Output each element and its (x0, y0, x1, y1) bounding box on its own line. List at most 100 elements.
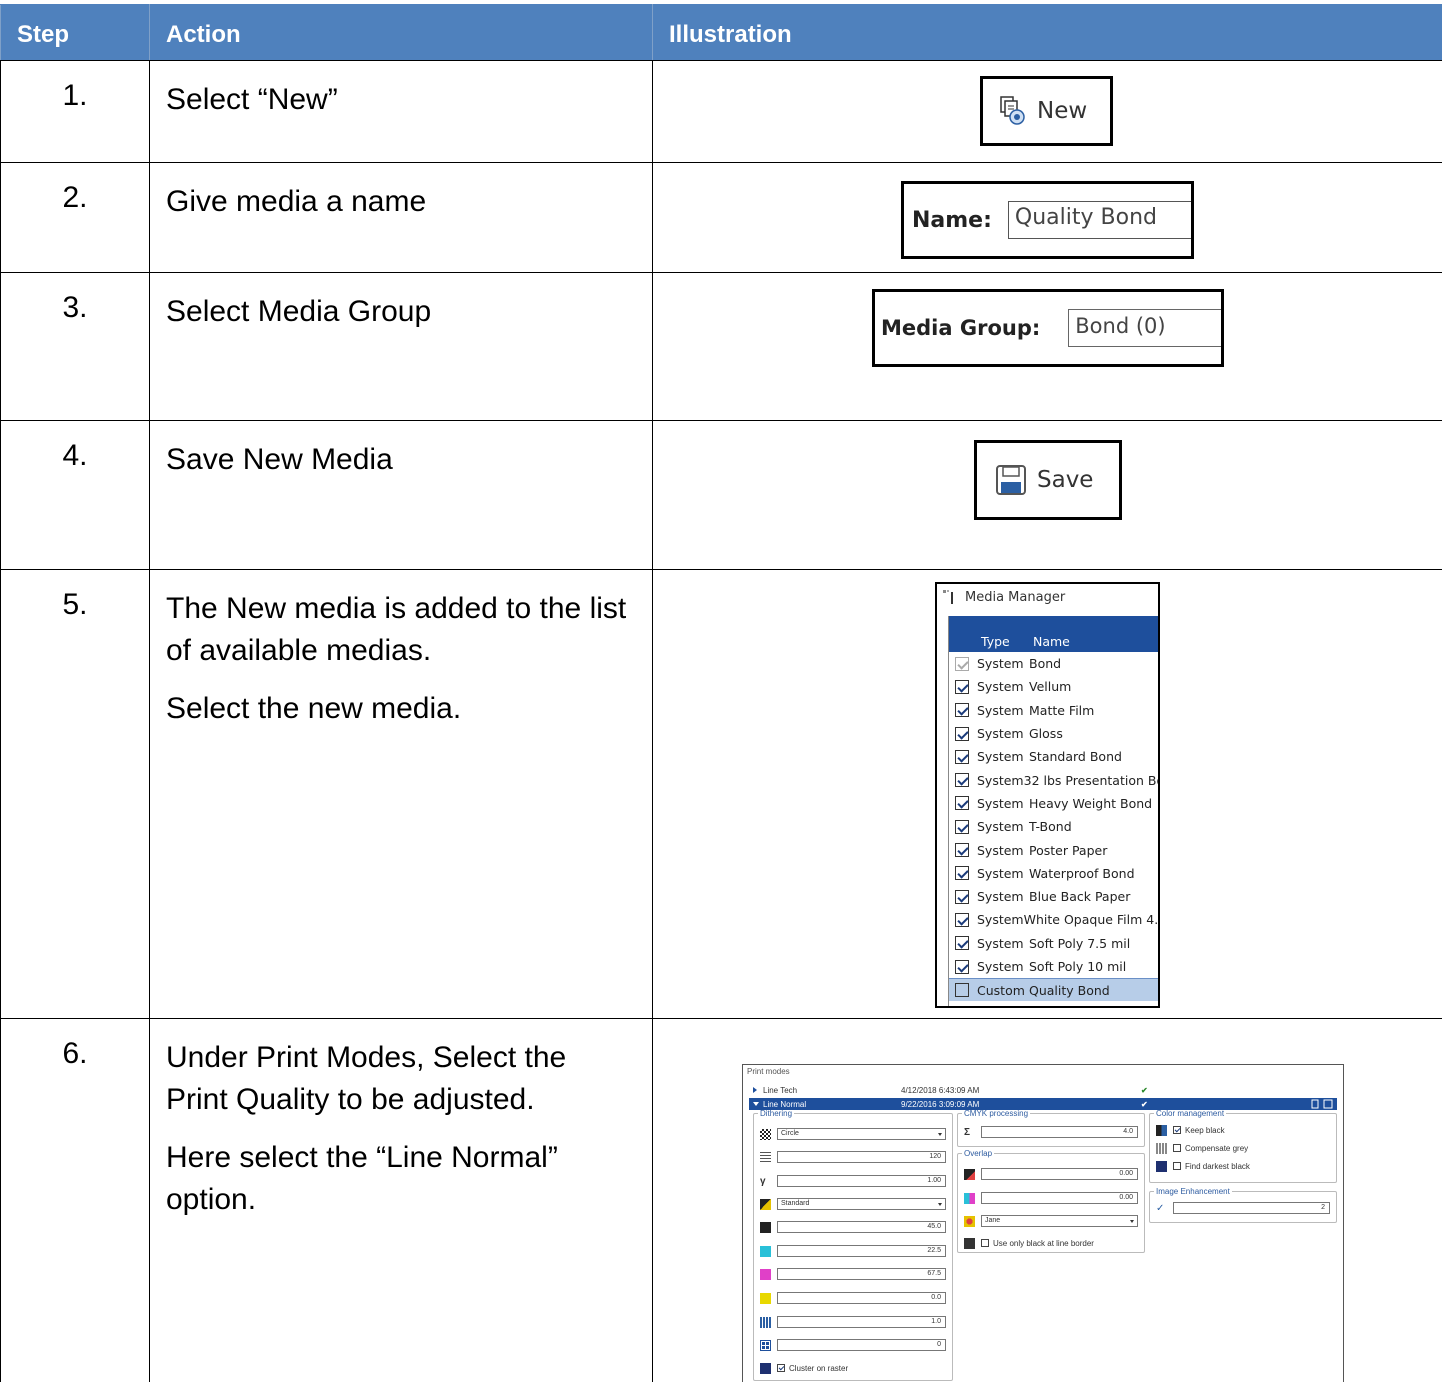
angle-black-row: 45.0 (760, 1221, 946, 1233)
keep-black-checkbox[interactable] (1173, 1126, 1181, 1134)
media-checkbox[interactable] (955, 796, 969, 811)
dither-v3-row: 0 (760, 1339, 946, 1351)
darkest-black-row: Find darkest black (1156, 1160, 1330, 1172)
media-manager-titlebar: Media Manager (937, 584, 1158, 610)
black-border-icon (964, 1237, 975, 1249)
dither-shape-select[interactable]: Circle (777, 1128, 946, 1140)
compensate-grey-checkbox[interactable] (1173, 1144, 1181, 1152)
media-checkbox[interactable] (955, 703, 969, 718)
media-checkbox[interactable] (955, 866, 969, 881)
angle-black-field[interactable]: 45.0 (777, 1221, 946, 1233)
media-list-row[interactable]: System T-Bond (949, 815, 1158, 838)
overlap-v2-field[interactable]: 0.00 (981, 1192, 1138, 1204)
media-list-row[interactable]: System Soft Poly 7.5 mil (949, 932, 1158, 955)
media-checkbox[interactable] (955, 749, 969, 764)
media-type: System (977, 679, 1024, 695)
angle-cyan-row: 22.5 (760, 1245, 946, 1257)
media-checkbox[interactable] (955, 726, 969, 741)
media-rows: System Bond System Vellum System Matte Film Sy… (949, 652, 1158, 1002)
media-checkbox[interactable] (955, 936, 969, 951)
media-name: Bond (1029, 656, 1062, 672)
cmyk-field[interactable]: 4.0 (981, 1126, 1138, 1138)
dithering-group: Dithering Circle 120 γ 1.00 Standard 45.0… (753, 1109, 953, 1381)
print-mode-date: 9/22/2016 3:09:09 AM (901, 1099, 980, 1109)
print-modes-panel: Print modes Line Tech 4/12/2018 6:43:09 … (742, 1064, 1344, 1382)
media-list-row[interactable]: System Waterproof Bond (949, 862, 1158, 885)
dither-lpi-field[interactable]: 120 (777, 1151, 946, 1163)
media-group-select[interactable]: Bond (0) (1068, 309, 1221, 347)
media-checkbox[interactable] (955, 983, 969, 998)
media-name: Matte Film (1029, 702, 1095, 718)
dither-v2-field[interactable]: 1.0 (777, 1316, 946, 1328)
media-list-row[interactable]: System Poster Paper (949, 838, 1158, 861)
lines-icon (760, 1151, 771, 1163)
media-list-row[interactable]: System Soft Poly 10 mil (949, 955, 1158, 978)
overlap-mode-select[interactable]: Jane (981, 1215, 1138, 1227)
media-list-row[interactable]: System Bond (949, 652, 1158, 675)
media-checkbox[interactable] (955, 773, 969, 788)
media-type: System (977, 726, 1024, 742)
overlap-v1-field[interactable]: 0.00 (981, 1168, 1138, 1180)
compensate-grey-row: Compensate grey (1156, 1142, 1330, 1154)
expand-arrow-icon[interactable] (753, 1087, 757, 1093)
name-input[interactable]: Quality Bond (1007, 201, 1191, 239)
step-number: 2. (0, 162, 150, 273)
overlap-group: Overlap 0.00 0.00 Jane Use only black at… (957, 1149, 1145, 1253)
media-name: Soft Poly 10 mil (1029, 959, 1127, 974)
dither-v3-field[interactable]: 0 (777, 1339, 946, 1351)
cluster-row: Cluster on raster (760, 1362, 946, 1374)
media-list-row[interactable]: System 32 lbs Presentation Bor (949, 768, 1158, 791)
media-type: System (977, 889, 1024, 905)
column-name[interactable]: Name (1033, 634, 1070, 649)
media-type: Custom (977, 982, 1025, 998)
media-checkbox[interactable] (955, 912, 969, 927)
cluster-checkbox[interactable] (777, 1364, 785, 1372)
print-mode-name: Line Tech (763, 1085, 798, 1095)
step-number: 1. (0, 60, 150, 163)
media-checkbox[interactable] (955, 959, 969, 974)
table-row: 2. Give media a name Name: Quality Bond (0, 162, 1442, 273)
save-button[interactable]: Save (974, 440, 1122, 520)
angle-yellow-field[interactable]: 0.0 (777, 1292, 946, 1304)
media-list-row[interactable]: System Standard Bond (949, 745, 1158, 768)
media-type: System (977, 772, 1024, 788)
media-group-label: Media Group: (881, 316, 1041, 340)
enhancement-field[interactable]: 2 (1173, 1202, 1330, 1214)
steps-table: Step Action Illustration 1. Select “New”… (0, 4, 1442, 1382)
new-media-icon (999, 96, 1027, 126)
print-mode-row[interactable]: Line Tech 4/12/2018 6:43:09 AM ✔ (749, 1084, 1337, 1096)
media-checkbox[interactable] (955, 679, 969, 694)
gamma-field[interactable]: 1.00 (777, 1175, 946, 1187)
media-list-row[interactable]: System White Opaque Film 4.5 (949, 908, 1158, 931)
cmyk-row: Σ 4.0 (964, 1126, 1138, 1138)
table-row: 3. Select Media Group Media Group: Bond … (0, 272, 1442, 421)
media-list-row[interactable]: System Gloss (949, 722, 1158, 745)
media-list-row[interactable]: System Blue Back Paper (949, 885, 1158, 908)
bars-icon (760, 1316, 771, 1328)
media-checkbox[interactable] (955, 889, 969, 904)
media-checkbox[interactable] (955, 656, 969, 671)
enhancement-row: ✓ 2 (1156, 1202, 1330, 1214)
new-button[interactable]: New (980, 76, 1113, 146)
media-list-row[interactable]: System Heavy Weight Bond (949, 792, 1158, 815)
angle-magenta-field[interactable]: 67.5 (777, 1268, 946, 1280)
dither-type-select[interactable]: Standard (777, 1198, 946, 1210)
media-checkbox[interactable] (955, 843, 969, 858)
collapse-arrow-icon[interactable] (753, 1102, 759, 1106)
column-type[interactable]: Type (981, 634, 1033, 649)
keep-black-label: Keep black (1185, 1125, 1225, 1135)
media-list-row[interactable]: System Vellum (949, 675, 1158, 698)
step-action: Select Media Group (149, 272, 653, 421)
cmyk-legend: CMYK processing (964, 1109, 1029, 1118)
darkest-black-checkbox[interactable] (1173, 1162, 1181, 1170)
black-border-checkbox[interactable] (981, 1239, 989, 1247)
angle-cyan-field[interactable]: 22.5 (777, 1245, 946, 1257)
print-modes-caption: Print modes (747, 1067, 790, 1076)
black-border-row: Use only black at line border (964, 1237, 1138, 1249)
name-field-illustration: Name: Quality Bond (901, 181, 1194, 259)
check-icon: ✔ (1141, 1085, 1148, 1095)
media-checkbox[interactable] (955, 819, 969, 834)
grid-icon (760, 1339, 771, 1351)
media-list-row[interactable]: Custom Quality Bond (949, 978, 1158, 1002)
media-list-row[interactable]: System Matte Film (949, 699, 1158, 722)
